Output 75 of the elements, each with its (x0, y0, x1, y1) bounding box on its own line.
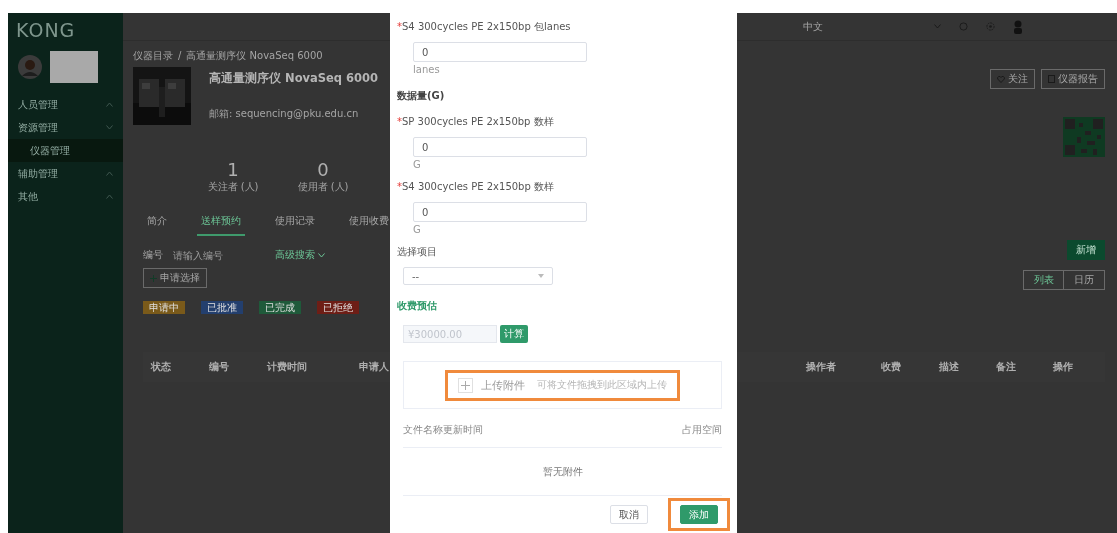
breadcrumb-separator: / (178, 50, 182, 61)
plus-icon (150, 274, 157, 282)
chevron-down-icon (106, 125, 113, 130)
number-input[interactable]: 0 (413, 42, 587, 62)
device-title: 高通量测序仪 NovaSeq 6000 (209, 71, 380, 86)
document-icon (1048, 75, 1055, 83)
submenu-item[interactable]: 仪器管理 (8, 139, 123, 162)
chevron-up-icon (106, 102, 113, 107)
column-header: 申请人 (358, 360, 390, 374)
cancel-button[interactable]: 取消 (610, 505, 648, 524)
stat-value: 0 (317, 159, 329, 180)
empty-text: 暂无附件 (542, 464, 583, 479)
view-toggle-button[interactable]: 日历 (1064, 271, 1104, 289)
status-tag: 申请中 (143, 301, 185, 314)
tab[interactable]: 使用记录 (271, 208, 319, 236)
unit-label: lanes (413, 64, 441, 75)
menu-item[interactable]: 其他 (8, 185, 123, 208)
follow-button[interactable]: 关注 (990, 69, 1035, 89)
breadcrumb-link[interactable]: 仪器目录 (133, 50, 173, 61)
add-button[interactable]: 添加 (680, 505, 718, 524)
menu-item[interactable]: 资源管理 (8, 116, 123, 139)
field-label: *S4 300cycles PE 2x150bp 数样 (397, 180, 555, 194)
language-label[interactable]: 中文 (803, 19, 823, 34)
settings-icon[interactable] (986, 22, 995, 31)
email-text: 邮箱: sequencing@pku.edu.cn (209, 107, 359, 121)
stat-label: 使用者 (人) (297, 180, 349, 194)
column-header: 描述 (938, 360, 960, 374)
select-button[interactable]: 申请选择 (143, 268, 207, 288)
caret-icon (538, 274, 544, 278)
calculate-button[interactable]: 计算 (500, 325, 528, 343)
plus-icon (458, 377, 473, 393)
section-title: 数据量(G) (397, 89, 446, 103)
tab[interactable]: 简介 (143, 208, 171, 236)
breadcrumb-current: 高通量测序仪 NovaSeq 6000 (186, 50, 323, 61)
column-header: 占用空间 (682, 423, 722, 437)
section-title: 收费预估 (397, 299, 438, 313)
menu-item[interactable]: 人员管理 (8, 93, 123, 116)
view-toggle-button[interactable]: 列表 (1024, 271, 1064, 289)
status-tag: 已完成 (259, 301, 301, 314)
status-tag: 已拒绝 (317, 301, 359, 314)
chevron-up-icon (106, 194, 113, 199)
column-header: 备注 (995, 360, 1017, 374)
stat-value: 1 (227, 159, 239, 180)
column-header: 计费时间 (266, 360, 308, 374)
tab[interactable]: 送样预约 (197, 208, 245, 236)
field-label: *S4 300cycles PE 2x150bp 包lanes (397, 20, 572, 34)
column-header: 收费 (880, 360, 902, 374)
column-header: 编号 (208, 360, 230, 374)
number-input[interactable]: 0 (413, 202, 587, 222)
column-header: 文件名称更新时间 (403, 423, 483, 437)
number-search-field[interactable]: 请输入编号 (171, 246, 241, 264)
project-select[interactable]: -- (403, 267, 553, 285)
advanced-search-link[interactable]: 高级搜索 (269, 247, 331, 263)
field-label: 选择项目 (397, 245, 438, 259)
filter-label: 编号 (143, 248, 163, 262)
status-tag: 已批准 (201, 301, 243, 314)
column-header: 操作者 (805, 360, 837, 374)
number-input[interactable]: 0 (413, 137, 587, 157)
chevron-up-icon (106, 171, 113, 176)
menu-item[interactable]: 辅助管理 (8, 162, 123, 185)
logo: KONG (15, 19, 77, 41)
unit-label: G (413, 224, 422, 235)
field-label: *SP 300cycles PE 2x150bp 数样 (397, 115, 555, 129)
qr-code-icon (1063, 117, 1105, 157)
stat-label: 关注者 (人) (207, 180, 259, 194)
chevron-down-icon (318, 252, 325, 258)
column-header: 操作 (1052, 360, 1074, 374)
redacted-name (50, 51, 98, 83)
unit-label: G (413, 159, 422, 170)
new-button[interactable]: 新增 (1067, 240, 1105, 260)
tab[interactable]: 使用收费 (345, 208, 393, 236)
column-header: 状态 (149, 360, 172, 374)
avatar-icon (18, 55, 42, 79)
heart-icon (997, 75, 1005, 83)
report-button[interactable]: 仪器报告 (1041, 69, 1105, 89)
